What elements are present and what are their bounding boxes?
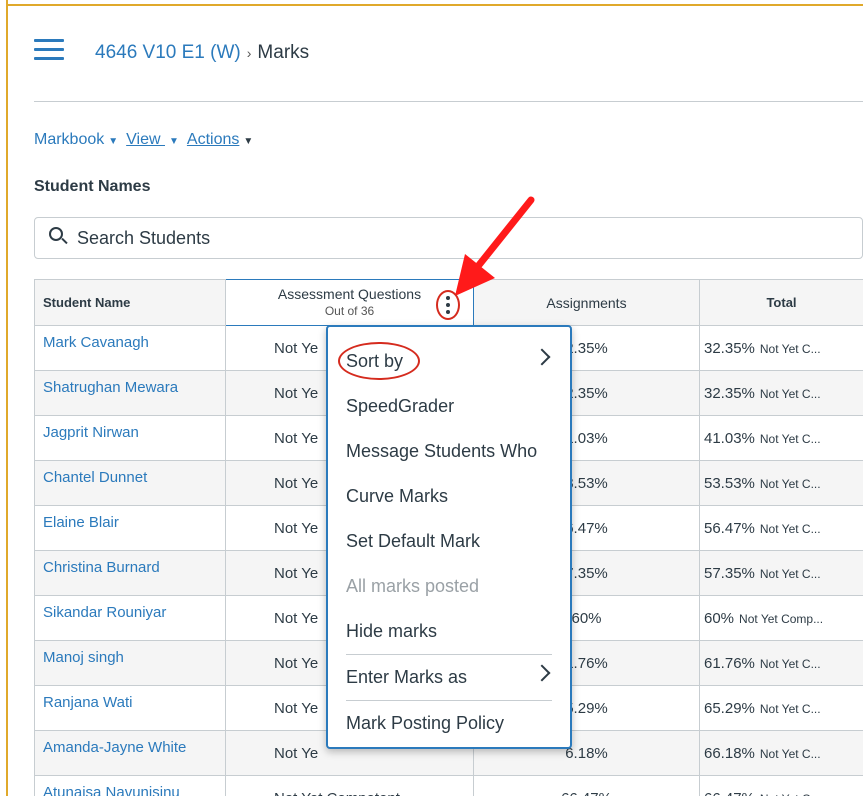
menu-item-label: Enter Marks as <box>346 667 468 687</box>
search-box <box>34 217 863 259</box>
view-label: View <box>126 131 165 148</box>
total-status: Not Yet C... <box>759 657 821 671</box>
total-status: Not Yet C... <box>759 342 821 356</box>
total-cell: 32.35% Not Yet C... <box>699 370 863 416</box>
total-cell: 57.35% Not Yet C... <box>699 550 863 596</box>
total-percent: 66.47% <box>704 790 755 796</box>
hamburger-icon[interactable] <box>34 39 64 63</box>
total-percent: 61.76% <box>704 655 755 672</box>
menu-item-speedgrader[interactable]: SpeedGrader <box>328 384 570 429</box>
total-percent: 60% <box>704 610 735 627</box>
total-percent: 56.47% <box>704 520 755 537</box>
student-name-link[interactable]: Amanda-Jayne White <box>34 730 226 776</box>
table-row: Atunaisa NavunisinuNot Yet Competent66.4… <box>34 775 863 796</box>
total-cell: 32.35% Not Yet C... <box>699 325 863 371</box>
menu-item-mark-posting-policy[interactable]: Mark Posting Policy <box>328 701 570 746</box>
total-percent: 32.35% <box>704 340 755 357</box>
column-options-kebab-icon[interactable] <box>436 290 460 320</box>
menu-item-sort-by[interactable]: Sort by <box>328 339 570 384</box>
total-status: Not Yet C... <box>759 702 821 716</box>
total-cell: 60% Not Yet Comp... <box>699 595 863 641</box>
menu-item-curve-marks[interactable]: Curve Marks <box>328 474 570 519</box>
menu-item-label: Message Students Who <box>346 441 538 461</box>
total-cell: 53.53% Not Yet C... <box>699 460 863 506</box>
breadcrumb-course-link[interactable]: 4646 V10 E1 (W) <box>95 42 241 63</box>
menu-item-label: Mark Posting Policy <box>346 713 505 733</box>
student-name-link[interactable]: Sikandar Rouniyar <box>34 595 226 641</box>
total-cell: 61.76% Not Yet C... <box>699 640 863 686</box>
menu-item-label: Hide marks <box>346 621 438 641</box>
menu-item-message-students[interactable]: Message Students Who <box>328 429 570 474</box>
student-name-link[interactable]: Manoj singh <box>34 640 226 686</box>
student-name-link[interactable]: Jagprit Nirwan <box>34 415 226 461</box>
total-cell: 66.18% Not Yet C... <box>699 730 863 776</box>
student-name-link[interactable]: Christina Burnard <box>34 550 226 596</box>
student-name-link[interactable]: Ranjana Wati <box>34 685 226 731</box>
total-cell: 65.29% Not Yet C... <box>699 685 863 731</box>
menu-item-label: Set Default Mark <box>346 531 481 551</box>
caret-down-icon: ▼ <box>108 136 119 147</box>
search-input[interactable] <box>77 227 777 249</box>
total-status: Not Yet C... <box>759 567 821 581</box>
window-frame-top <box>0 0 863 6</box>
total-cell: 41.03% Not Yet C... <box>699 415 863 461</box>
breadcrumb-separator: › <box>246 45 252 61</box>
menu-item-hide-marks[interactable]: Hide marks <box>328 609 570 654</box>
caret-down-icon: ▼ <box>243 136 254 147</box>
breadcrumb: 4646 V10 E1 (W) › Marks <box>95 42 309 64</box>
menu-item-label: Curve Marks <box>346 486 449 506</box>
assessment-cell[interactable]: Not Yet Competent <box>225 775 474 796</box>
caret-down-icon: ▼ <box>169 136 179 147</box>
total-status: Not Yet C... <box>760 792 821 796</box>
actions-menu[interactable]: Actions ▼ <box>187 131 253 149</box>
window-frame-left <box>0 0 8 796</box>
menu-item-label: SpeedGrader <box>346 396 455 416</box>
menu-item-all-marks-posted: All marks posted <box>328 564 570 609</box>
total-percent: 65.29% <box>704 700 755 717</box>
menu-item-label: All marks posted <box>346 576 480 596</box>
total-percent: 57.35% <box>704 565 755 582</box>
total-percent: 53.53% <box>704 475 755 492</box>
search-icon <box>49 227 71 249</box>
student-name-link[interactable]: Mark Cavanagh <box>34 325 226 371</box>
column-options-menu: Sort by SpeedGrader Message Students Who… <box>326 325 572 749</box>
column-header-total[interactable]: Total <box>699 279 863 326</box>
student-name-link[interactable]: Atunaisa Navunisinu <box>34 775 226 796</box>
markbook-menu[interactable]: Markbook ▼ <box>34 131 118 149</box>
student-name-link[interactable]: Elaine Blair <box>34 505 226 551</box>
student-names-label: Student Names <box>34 178 151 195</box>
markbook-label: Markbook <box>34 131 105 148</box>
view-menu[interactable]: View ▼ <box>126 131 179 149</box>
total-status: Not Yet C... <box>759 747 821 761</box>
menu-item-enter-marks-as[interactable]: Enter Marks as <box>328 655 570 700</box>
markbook-toolbar: Markbook ▼ View ▼ Actions ▼ <box>34 131 253 149</box>
column-header-student-name[interactable]: Student Name <box>34 279 226 326</box>
menu-item-set-default-mark[interactable]: Set Default Mark <box>328 519 570 564</box>
total-percent: 66.18% <box>704 745 755 762</box>
annotation-arrow <box>455 196 535 296</box>
total-status: Not Yet C... <box>759 387 821 401</box>
chevron-right-icon <box>533 348 551 366</box>
total-percent: 32.35% <box>704 385 755 402</box>
breadcrumb-current: Marks <box>257 42 310 63</box>
total-status: Not Yet C... <box>759 522 821 536</box>
student-name-link[interactable]: Shatrughan Mewara <box>34 370 226 416</box>
total-cell: 56.47% Not Yet C... <box>699 505 863 551</box>
annotation-circle <box>338 342 420 380</box>
actions-label: Actions <box>186 131 240 148</box>
chevron-right-icon <box>533 664 551 682</box>
total-cell: 66.47% Not Yet C... <box>699 775 863 796</box>
assignments-cell: 66.47% <box>473 775 700 796</box>
total-percent: 41.03% <box>704 430 755 447</box>
total-status: Not Yet C... <box>759 432 821 446</box>
total-status: Not Yet C... <box>759 477 821 491</box>
header-divider <box>34 101 863 102</box>
total-status: Not Yet Comp... <box>739 612 824 626</box>
student-name-link[interactable]: Chantel Dunnet <box>34 460 226 506</box>
